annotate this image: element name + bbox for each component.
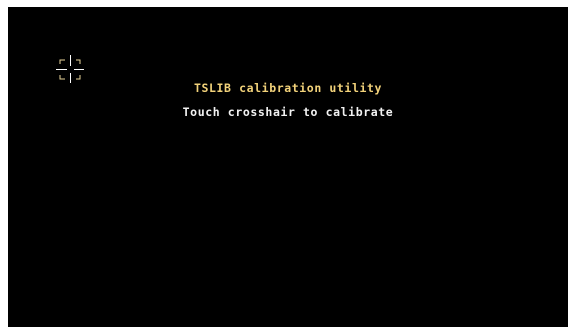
utility-title: TSLIB calibration utility [193, 81, 383, 95]
calibration-instruction: Touch crosshair to calibrate [182, 105, 394, 119]
crosshair-icon[interactable] [56, 55, 84, 83]
calibration-screen: TSLIB calibration utility Touch crosshai… [8, 7, 568, 327]
